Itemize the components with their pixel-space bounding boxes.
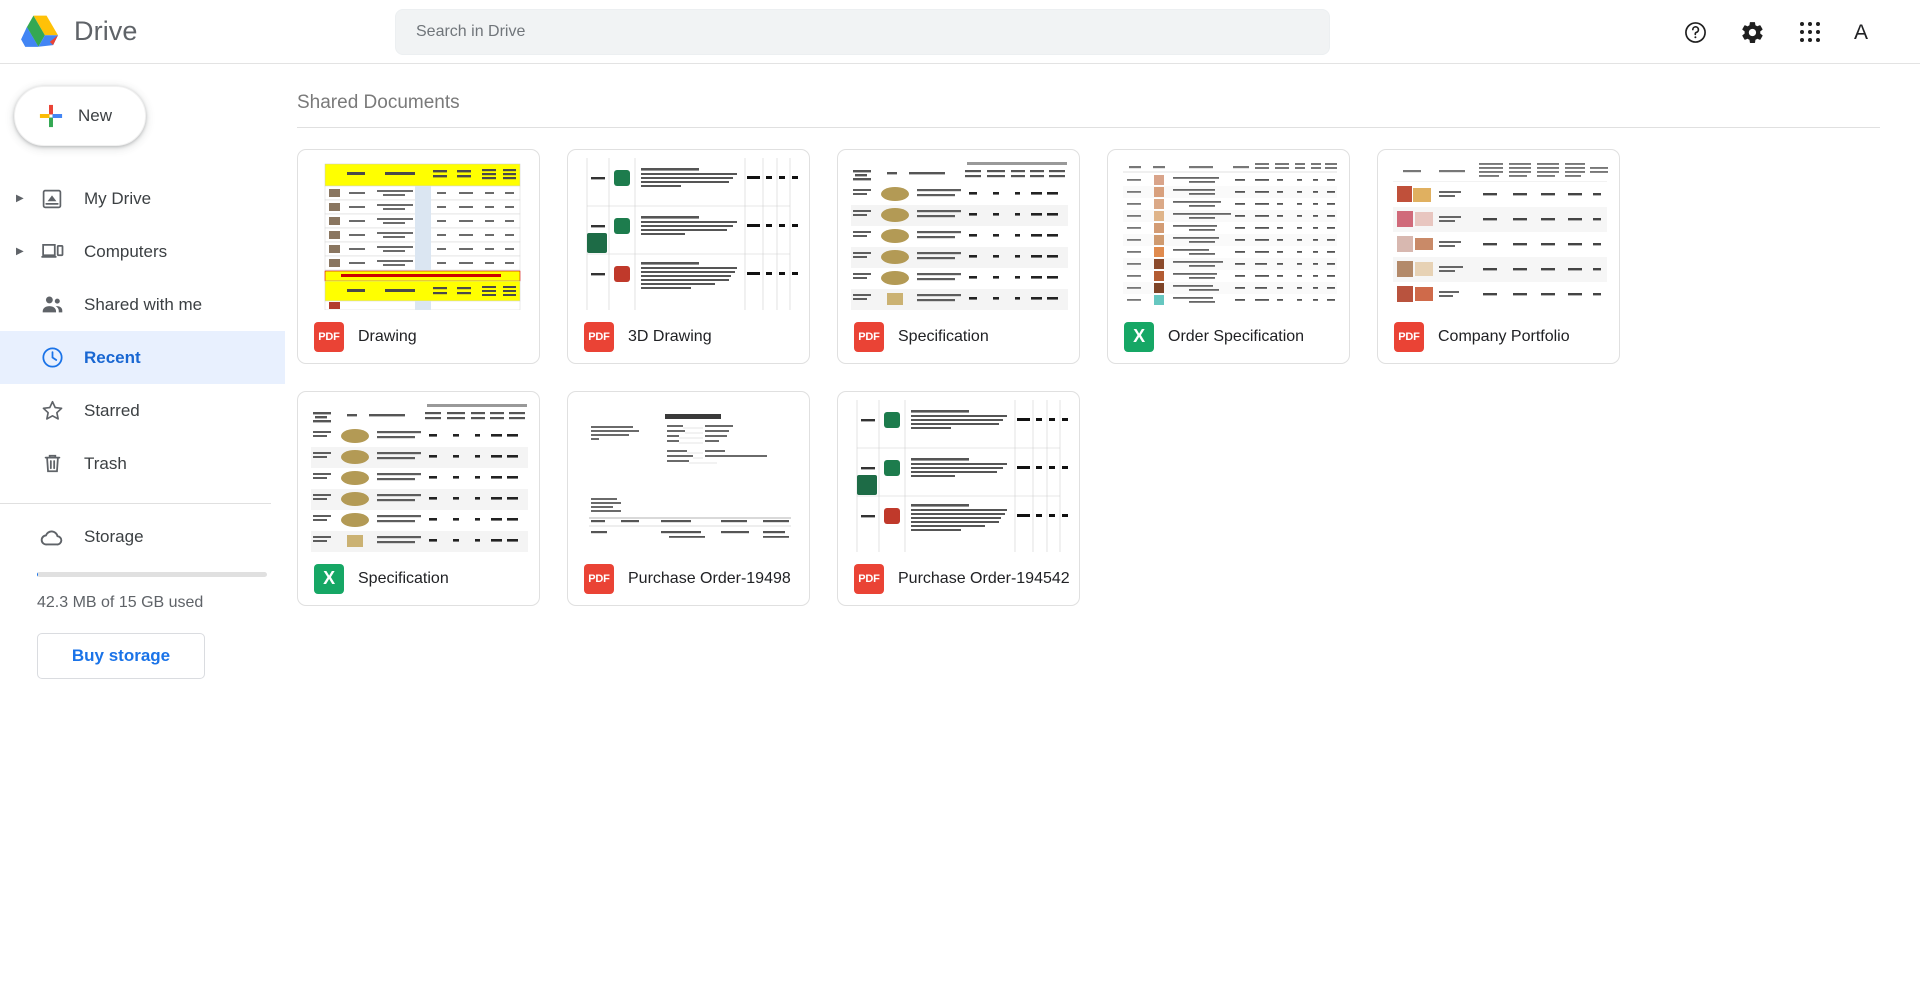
sidebar-item-recent[interactable]: ▶ Recent — [0, 331, 285, 384]
file-thumbnail — [307, 400, 530, 552]
file-card[interactable]: PDF Specification — [837, 149, 1080, 364]
drive-logo — [20, 14, 60, 50]
help-icon[interactable] — [1683, 19, 1709, 45]
plus-icon — [37, 102, 65, 130]
file-card-footer: PDF Drawing — [298, 310, 539, 363]
main-content: Shared Documents PDF Drawing PDF 3D Draw… — [285, 64, 1920, 993]
google-apps-icon[interactable] — [1797, 19, 1823, 45]
page-title: Shared Documents — [297, 64, 1880, 128]
pdf-file-icon: PDF — [584, 321, 614, 352]
file-card-footer: PDF Specification — [838, 310, 1079, 363]
file-name: Specification — [358, 569, 449, 587]
shared-with-me-icon — [36, 291, 68, 319]
file-name: Purchase Order-19498 — [628, 569, 791, 587]
file-thumbnail — [847, 400, 1070, 552]
sidebar-item-label: Trash — [84, 453, 127, 473]
file-thumbnail — [577, 158, 800, 310]
cloud-icon — [36, 523, 68, 551]
file-name: Purchase Order-194542 — [898, 569, 1070, 587]
computers-icon — [36, 238, 68, 266]
app-title: Drive — [74, 16, 138, 46]
file-card-footer: PDF Company Portfolio — [1378, 310, 1619, 363]
file-card-footer: PDF Purchase Order-194542 — [838, 552, 1079, 605]
avatar[interactable]: A — [1854, 22, 1868, 43]
settings-gear-icon[interactable] — [1740, 19, 1766, 45]
buy-storage-button[interactable]: Buy storage — [37, 633, 205, 679]
chevron-right-icon[interactable]: ▶ — [16, 246, 30, 257]
pdf-file-icon: PDF — [314, 321, 344, 352]
file-card-footer: PDF Purchase Order-19498 — [568, 552, 809, 605]
file-thumbnail — [1387, 158, 1610, 310]
sidebar-item-trash[interactable]: ▶ Trash — [0, 437, 285, 490]
body-area: New ▶ My Drive ▶ Computers Shared with m… — [0, 64, 1920, 993]
search-input[interactable] — [416, 22, 1309, 41]
spreadsheet-file-icon: X — [1124, 321, 1154, 352]
file-thumbnail — [307, 158, 530, 310]
sidebar-item-starred[interactable]: ▶ Starred — [0, 384, 285, 437]
file-thumbnail — [577, 400, 800, 552]
sidebar-item-label: Starred — [84, 400, 140, 420]
file-card[interactable]: PDF 3D Drawing — [567, 149, 810, 364]
file-thumbnail — [1117, 158, 1340, 310]
pdf-file-icon: PDF — [584, 563, 614, 594]
file-card[interactable]: PDF Drawing — [297, 149, 540, 364]
pdf-file-icon: PDF — [854, 321, 884, 352]
star-icon — [36, 397, 68, 425]
new-button-label: New — [78, 106, 113, 125]
storage-label: Storage — [84, 527, 144, 546]
sidebar-item-label: My Drive — [84, 188, 152, 208]
file-thumbnail — [847, 158, 1070, 310]
brand[interactable]: Drive — [0, 14, 300, 50]
sidebar-item-label: Shared with me — [84, 294, 203, 314]
header-actions: A — [1683, 0, 1868, 64]
file-card-footer: X Specification — [298, 552, 539, 605]
file-card-footer: X Order Specification — [1108, 310, 1349, 363]
storage-usage-text: 42.3 MB of 15 GB used — [37, 594, 204, 611]
sidebar-item-computers[interactable]: ▶ Computers — [0, 225, 285, 278]
file-card[interactable]: X Order Specification — [1107, 149, 1350, 364]
search-container[interactable] — [395, 8, 1330, 55]
sidebar-item-my-drive[interactable]: ▶ My Drive — [0, 172, 285, 225]
sidebar-item-label: Recent — [84, 347, 141, 367]
trash-icon — [36, 450, 68, 478]
chevron-right-icon[interactable]: ▶ — [16, 193, 30, 204]
sidebar-item-label: Computers — [84, 241, 168, 261]
file-card-footer: PDF 3D Drawing — [568, 310, 809, 363]
sidebar-divider — [0, 503, 271, 504]
sidebar-nav: ▶ My Drive ▶ Computers Shared with me Re… — [0, 172, 285, 490]
file-name: 3D Drawing — [628, 327, 712, 345]
file-card[interactable]: PDF Purchase Order-19498 — [567, 391, 810, 606]
search-box[interactable] — [395, 8, 1330, 55]
file-name: Specification — [898, 327, 989, 345]
my-drive-icon — [36, 185, 68, 213]
file-card[interactable]: PDF Company Portfolio — [1377, 149, 1620, 364]
sidebar-item-storage[interactable]: ▶ Storage — [0, 510, 285, 564]
app-header: Drive A — [0, 0, 1920, 64]
pdf-file-icon: PDF — [1394, 321, 1424, 352]
file-name: Company Portfolio — [1438, 327, 1570, 345]
recent-clock-icon — [36, 344, 68, 372]
file-name: Order Specification — [1168, 327, 1305, 345]
file-card[interactable]: PDF Purchase Order-194542 — [837, 391, 1080, 606]
file-card[interactable]: X Specification — [297, 391, 540, 606]
file-grid: PDF Drawing PDF 3D Drawing PDF Specifica… — [297, 128, 1884, 606]
spreadsheet-file-icon: X — [314, 563, 344, 594]
sidebar: New ▶ My Drive ▶ Computers Shared with m… — [0, 64, 285, 993]
pdf-file-icon: PDF — [854, 563, 884, 594]
new-button[interactable]: New — [14, 86, 146, 146]
sidebar-item-shared-with-me[interactable]: ▶ Shared with me — [0, 278, 285, 331]
file-name: Drawing — [358, 327, 417, 345]
storage-progress-bar — [37, 572, 267, 577]
